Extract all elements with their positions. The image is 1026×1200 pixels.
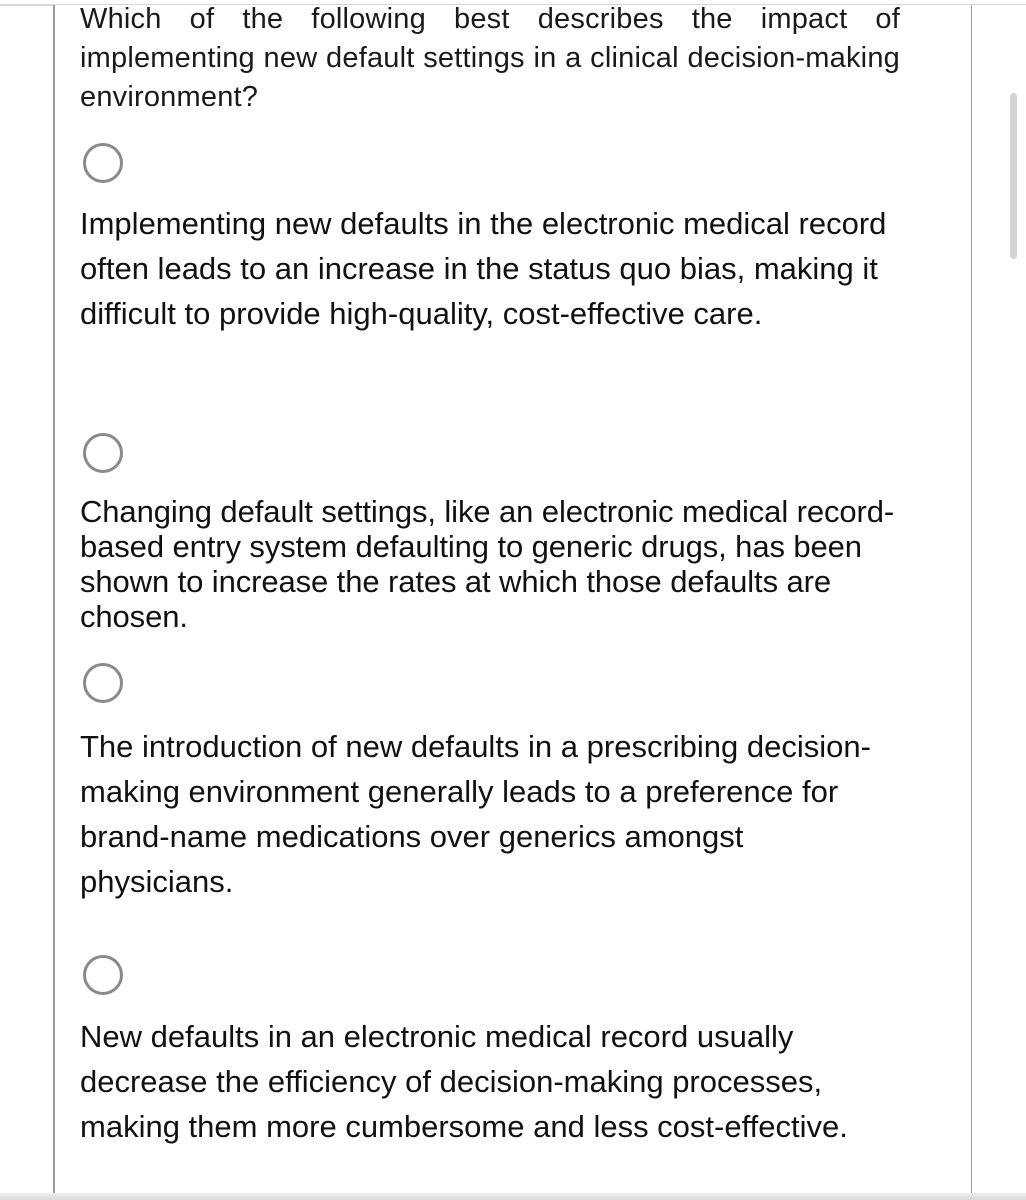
radio-unchecked-icon[interactable]	[83, 663, 123, 703]
answer-option-text: Changing default settings, like an elect…	[80, 494, 895, 634]
question-text: Which of the following best describes th…	[80, 3, 900, 113]
scrollbar-thumb[interactable]	[1010, 93, 1017, 259]
bottom-divider	[0, 1193, 1026, 1200]
scrollbar-track[interactable]	[972, 5, 1026, 1195]
answer-option-text: The introduction of new defaults in a pr…	[80, 729, 871, 899]
radio-unchecked-icon[interactable]	[83, 433, 123, 473]
radio-unchecked-icon[interactable]	[83, 143, 123, 183]
radio-unchecked-icon[interactable]	[83, 955, 123, 995]
answer-option-text: New defaults in an electronic medical re…	[80, 1019, 848, 1144]
answer-option-text: Implementing new defaults in the electro…	[80, 206, 887, 331]
